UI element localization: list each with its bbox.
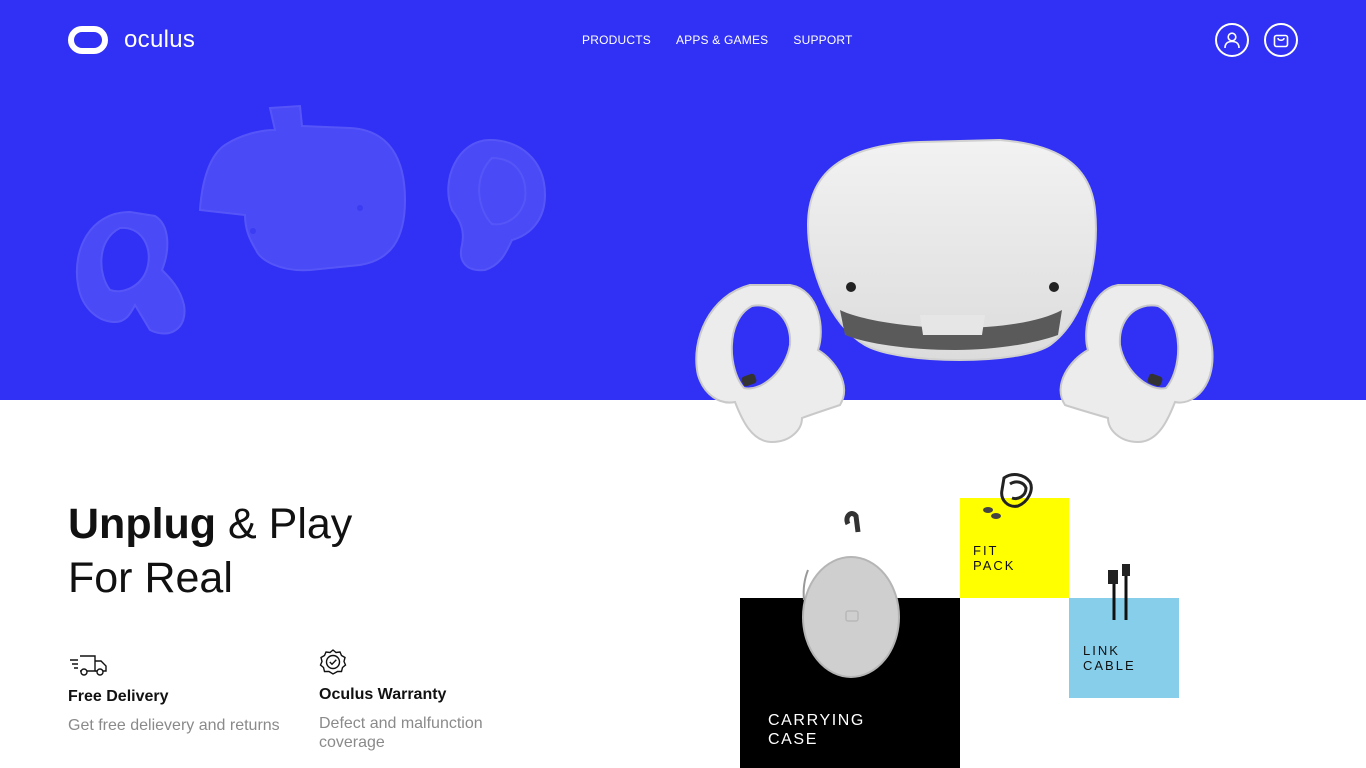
feature-description: Defect and malfunction coverage <box>319 715 483 751</box>
carrying-case-image <box>802 511 900 678</box>
accessory-label: LINK CABLE <box>1083 643 1136 673</box>
headline-rest: & Play <box>216 500 353 548</box>
user-icon <box>1224 32 1240 49</box>
cart-icon <box>1273 34 1289 48</box>
feature-free-delivery: Free Delivery Get free delievery and ret… <box>68 652 288 735</box>
feature-title: Free Delivery <box>68 688 169 705</box>
feature-warranty: Oculus Warranty Defect and malfunction c… <box>319 648 539 752</box>
oculus-logo-icon <box>68 26 108 54</box>
link-cable-image <box>1108 564 1130 620</box>
fit-pack-image <box>983 473 1033 519</box>
warranty-badge-icon <box>319 649 347 675</box>
headset-controllers-image <box>695 138 1214 444</box>
hero-headline: Unplug & Play For Real <box>68 497 352 605</box>
delivery-truck-icon <box>70 655 107 676</box>
cart-button[interactable] <box>1264 23 1298 57</box>
accessory-label: CARRYING CASE <box>768 712 865 748</box>
brand-name: oculus <box>124 26 196 53</box>
accessory-label: FIT PACK <box>973 543 1016 573</box>
nav-support[interactable]: SUPPORT <box>793 33 852 47</box>
headset-silhouette-image <box>75 104 547 335</box>
headline-line2: For Real <box>68 554 233 602</box>
nav-products[interactable]: PRODUCTS <box>582 33 651 47</box>
nav-apps-games[interactable]: APPS & GAMES <box>676 33 768 47</box>
brand-logo[interactable]: oculus <box>68 26 195 54</box>
account-button[interactable] <box>1215 23 1249 57</box>
headline-bold: Unplug <box>68 500 217 548</box>
feature-title: Oculus Warranty <box>319 686 447 703</box>
feature-description: Get free delievery and returns <box>68 717 280 734</box>
main-nav: PRODUCTS APPS & GAMES SUPPORT <box>582 33 853 47</box>
